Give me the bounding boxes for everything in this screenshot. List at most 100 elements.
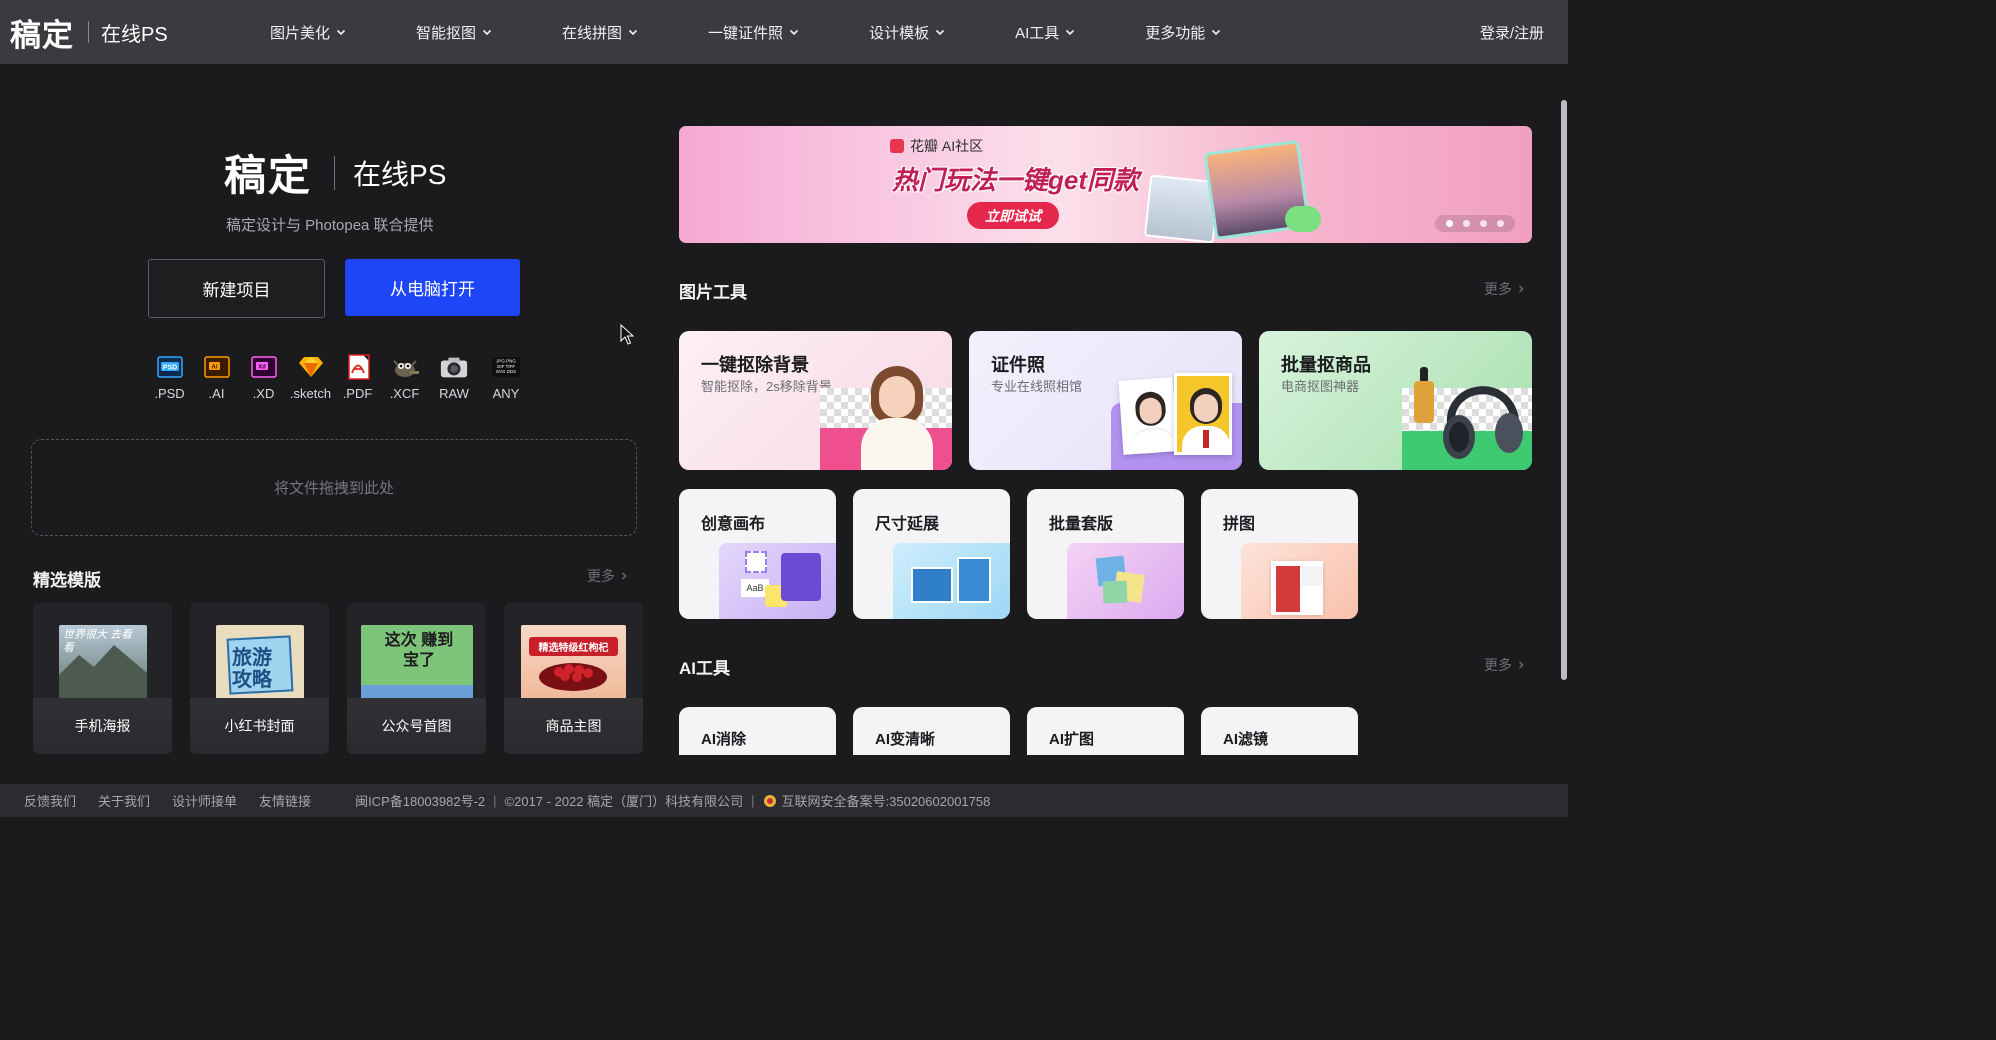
footer-icp[interactable]: 闽ICP备18003982号-2 [355,791,485,810]
new-project-button[interactable]: 新建项目 [148,259,325,318]
template-card-xiaohongshu-cover[interactable]: 旅游攻略 小红书封面 [190,603,329,754]
more-label: 更多 [587,568,615,584]
tool-card-title: AI扩图 [1049,731,1095,748]
login-register-link[interactable]: 登录/注册 [1480,22,1544,43]
carousel-dot-4[interactable] [1497,220,1504,227]
promo-banner[interactable]: 花瓣 AI社区 热门玩法一键get同款 立即试试 [679,126,1532,243]
nav-item-collage[interactable]: 在线拼图 [562,22,638,43]
tool-card-batch-product-cutout[interactable]: 批量抠商品 电商抠图神器 [1259,331,1532,470]
page-scrollbar[interactable] [1560,100,1568,685]
any-file-icon: JPG PNG GIF TIFF SVG DDS [491,352,521,382]
tool-card-size-extend[interactable]: 尺寸延展 [853,489,1010,619]
image-tools-more-link[interactable]: 更多 [1484,279,1525,299]
camera-raw-icon [439,352,469,382]
footer-link-designer-jobs[interactable]: 设计师接单 [172,791,237,810]
footer-link-about[interactable]: 关于我们 [98,791,150,810]
mouse-cursor-icon [620,324,634,345]
nav-item-label: 设计模板 [869,24,930,42]
nav-item-more-features[interactable]: 更多功能 [1145,22,1221,43]
open-from-computer-button[interactable]: 从电脑打开 [345,259,520,316]
more-label: 更多 [1484,657,1512,673]
chevron-down-icon [336,29,346,36]
tool-card-collage[interactable]: 拼图 [1201,489,1358,619]
chevron-down-icon [789,29,799,36]
tool-card-art [1067,543,1184,619]
tool-card-id-photo[interactable]: 证件照 专业在线照相馆 [969,331,1242,470]
format-ai: Ai .AI [193,352,240,401]
id-photo-yellow [1174,373,1232,455]
svg-text:GIF TIFF: GIF TIFF [497,364,515,369]
hero-brand: 稿定 [224,151,313,200]
nav-item-ai-tools[interactable]: AI工具 [1015,22,1075,43]
image-tools-section-title: 图片工具 [679,283,747,302]
footer-security-record[interactable]: 互联网安全备案号:35020602001758 [782,791,991,810]
tool-card-art [893,543,1010,619]
chevron-down-icon [482,29,492,36]
svg-text:Xd: Xd [258,365,266,371]
ai-tools-more-link[interactable]: 更多 [1484,655,1525,675]
banner-title: 热门玩法一键get同款 [892,165,1140,195]
template-thumbnail: 旅游攻略 [216,625,304,699]
template-caption: 商品主图 [504,698,643,754]
banner-brand-text: 花瓣 AI社区 [910,138,984,154]
template-card-product-main[interactable]: 精选特级红枸杞 商品主图 [504,603,643,754]
template-card-phone-poster[interactable]: 世界很大 去看看 手机海报 [33,603,172,754]
tool-card-title: 批量套版 [1049,516,1114,533]
format-label: RAW [439,386,469,401]
nav-item-smart-cutout[interactable]: 智能抠图 [416,22,492,43]
footer-bar: 反馈我们 关于我们 设计师接单 友情链接 闽ICP备18003982号-2 | … [0,784,1568,817]
ai-tool-card-enhance[interactable]: AI变清晰 [853,707,1010,755]
banner-cta-button[interactable]: 立即试试 [967,202,1059,229]
format-raw: RAW [428,352,480,401]
scrollbar-thumb[interactable] [1561,100,1567,680]
footer-link-feedback[interactable]: 反馈我们 [24,791,76,810]
template-thumb-text: 世界很大 去看看 [63,629,133,654]
file-drop-zone[interactable]: 将文件拖拽到此处 [31,439,637,536]
carousel-dot-3[interactable] [1480,220,1487,227]
nav-item-label: 更多功能 [1145,24,1206,42]
sketch-file-icon [296,352,326,382]
ai-tool-card-filter[interactable]: AI滤镜 [1201,707,1358,755]
format-label: .PDF [342,386,373,401]
ai-tool-card-erase[interactable]: AI消除 [679,707,836,755]
carousel-dot-1[interactable] [1446,220,1453,227]
brand[interactable]: 稿定 在线PS [10,12,168,54]
nav-item-label: AI工具 [1015,24,1060,42]
tool-card-subtitle: 智能抠除，2s移除背景 [701,379,832,394]
nav-item-design-templates[interactable]: 设计模板 [869,22,945,43]
nav-item-image-beautify[interactable]: 图片美化 [270,22,346,43]
footer-link-friend-links[interactable]: 友情链接 [259,791,311,810]
nav-item-label: 一键证件照 [708,24,784,42]
footer-copyright: ©2017 - 2022 稿定（厦门）科技有限公司 [504,794,744,809]
format-pdf: .PDF [334,352,381,401]
tool-card-remove-background[interactable]: 一键抠除背景 智能抠除，2s移除背景 [679,331,952,470]
svg-text:Ai: Ai [211,365,217,371]
chevron-down-icon [1212,29,1221,36]
chevron-down-icon [936,29,945,36]
nav-item-id-photo[interactable]: 一键证件照 [708,22,799,43]
template-caption: 手机海报 [33,698,172,754]
tool-card-batch-template[interactable]: 批量套版 [1027,489,1184,619]
tool-card-title: 批量抠商品 [1281,355,1371,375]
template-card-wechat-header[interactable]: 这次 赚到宝了 公众号首图 [347,603,486,754]
main-nav: 图片美化 智能抠图 在线拼图 一键证件照 设计模板 AI工具 更多功能 [270,0,1221,64]
template-list: 世界很大 去看看 手机海报 旅游攻略 小红书封面 这次 赚到宝了 公众号首图 精… [33,603,661,754]
carousel-dot-2[interactable] [1463,220,1470,227]
tool-card-title: 证件照 [991,355,1045,375]
hero-divider [334,155,336,190]
format-any: JPG PNG GIF TIFF SVG DDS ANY [480,352,532,401]
headphones-art [1443,386,1523,459]
format-sketch: .sketch [287,352,334,401]
format-psd: PSD .PSD [146,352,193,401]
tool-card-subtitle: 专业在线照相馆 [991,379,1083,394]
nav-item-label: 在线拼图 [562,24,623,42]
chat-bubble-icon [1285,206,1321,232]
huaban-logo-icon [890,139,904,153]
tool-card-art: AaB [719,543,836,619]
chevron-right-icon [622,572,627,580]
ai-tool-card-expand[interactable]: AI扩图 [1027,707,1184,755]
top-nav-bar: 稿定 在线PS 图片美化 智能抠图 在线拼图 一键证件照 设计模板 AI工具 更… [0,0,1568,64]
tool-card-creative-canvas[interactable]: 创意画布 AaB [679,489,836,619]
templates-more-link[interactable]: 更多 [587,566,628,586]
template-thumb-text: 旅游攻略 [232,647,272,691]
